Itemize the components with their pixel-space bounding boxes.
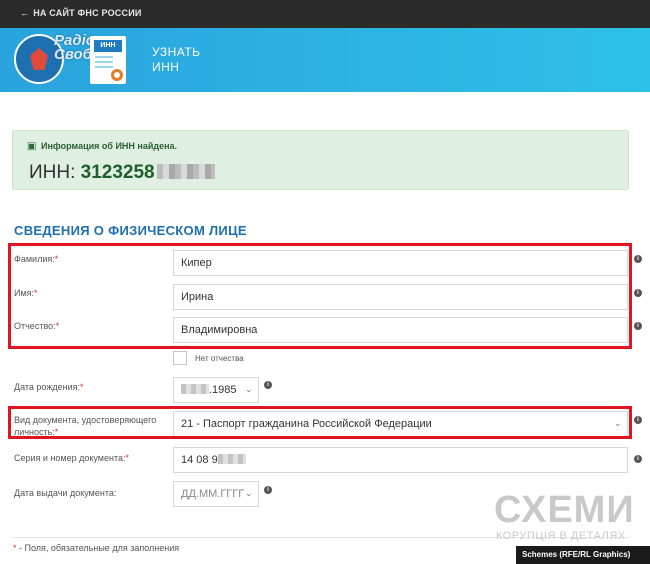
doc-lines (95, 56, 113, 58)
page-title: УЗНАТЬ ИНН (152, 45, 201, 74)
info-icon[interactable]: i (634, 289, 642, 297)
inn-document-icon: ИНН (90, 36, 126, 84)
birth-date-label: Дата рождения:* (14, 382, 84, 392)
image-credit: Schemes (RFE/RL Graphics) (516, 546, 650, 564)
gear-icon (111, 69, 123, 81)
inn-result: ИНН: 3123258 (29, 162, 215, 184)
highlight-doc-type (8, 406, 632, 439)
section-title: СВЕДЕНИЯ О ФИЗИЧЕСКОМ ЛИЦЕ (14, 223, 247, 238)
schemes-logo-subtitle: КОРУПЦІЯ В ДЕТАЛЯХ (496, 530, 626, 542)
info-icon[interactable]: i (634, 455, 642, 463)
alert-message: Информация об ИНН найдена. (41, 141, 178, 151)
info-icon[interactable]: i (634, 416, 642, 424)
schemes-logo: СХЕМИ (494, 489, 635, 531)
chevron-down-icon[interactable]: ⌄ (245, 488, 253, 499)
arrow-left-icon: ← (20, 8, 30, 18)
issue-date-label: Дата выдачи документа: (14, 488, 117, 498)
doc-tag: ИНН (94, 40, 122, 52)
back-to-fns-link[interactable]: ← НА САЙТ ФНС РОССИИ (20, 8, 142, 18)
highlight-name-fields (8, 243, 632, 349)
required-fields-note: * - Поля, обязательные для заполнения (13, 543, 180, 553)
inn-redacted (156, 164, 215, 179)
no-patronymic-label: Нет отчества (195, 354, 244, 363)
back-link-label: НА САЙТ ФНС РОССИИ (33, 8, 142, 18)
info-icon[interactable]: i (264, 486, 272, 494)
doc-number-label: Серия и номер документа:* (14, 453, 130, 463)
info-icon[interactable]: i (264, 381, 272, 389)
header-banner: Радіо Свобода ИНН УЗНАТЬ ИНН (0, 28, 650, 92)
doc-number-input[interactable]: 14 08 9 (173, 447, 628, 473)
gift-icon: ▣ (27, 141, 37, 152)
inn-label: ИНН: (29, 162, 81, 183)
chevron-down-icon[interactable]: ⌄ (245, 384, 253, 395)
inn-found-alert: ▣ Информация об ИНН найдена. ИНН: 312325… (12, 130, 629, 190)
birth-date-redacted (181, 384, 209, 394)
no-patronymic-checkbox[interactable] (173, 351, 187, 365)
doc-number-redacted (217, 454, 246, 464)
inn-value: 3123258 (80, 162, 155, 183)
info-icon[interactable]: i (634, 255, 642, 263)
info-icon[interactable]: i (634, 322, 642, 330)
top-bar: ← НА САЙТ ФНС РОССИИ (0, 0, 650, 28)
